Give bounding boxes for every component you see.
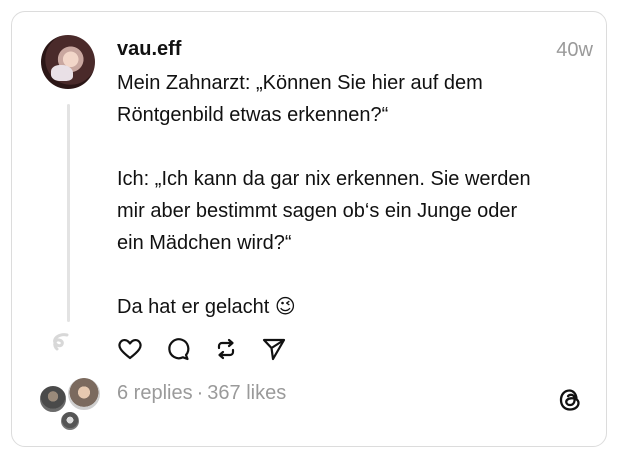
author-avatar[interactable]	[41, 35, 95, 89]
likes-count[interactable]: 367 likes	[207, 382, 286, 404]
heart-icon[interactable]	[117, 336, 143, 362]
username[interactable]: vau.eff	[117, 38, 181, 61]
threads-logo-icon[interactable]	[557, 386, 583, 414]
repost-icon[interactable]	[213, 336, 239, 362]
replier-avatar[interactable]	[38, 384, 68, 414]
post-stats: 6 replies · 367 likes	[117, 382, 286, 405]
replier-avatar[interactable]	[66, 376, 102, 412]
replier-avatar[interactable]	[59, 410, 81, 432]
post-body-text: Mein Zahnarzt: „Können Sie hier auf dem …	[117, 72, 531, 318]
thread-line	[67, 104, 70, 322]
thread-curl-icon	[53, 333, 69, 351]
stats-separator: ·	[196, 382, 204, 404]
comment-icon[interactable]	[165, 336, 191, 362]
post-time: 40w	[556, 39, 593, 61]
share-icon[interactable]	[261, 336, 287, 362]
replies-count[interactable]: 6 replies	[117, 382, 193, 404]
